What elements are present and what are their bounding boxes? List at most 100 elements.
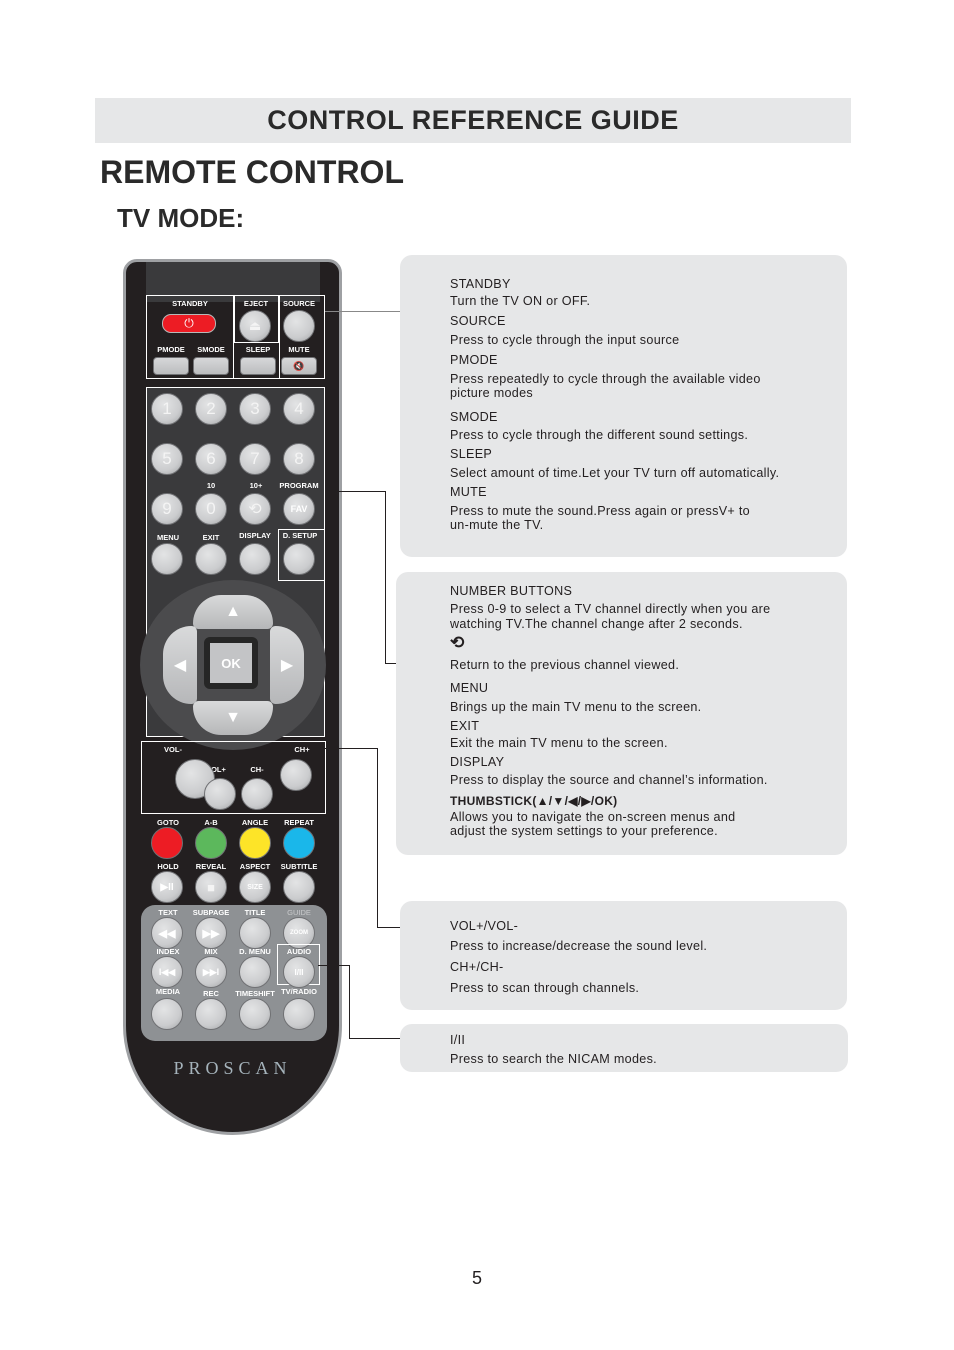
- info-text: Press repeatedly to cycle through the av…: [450, 372, 761, 386]
- info-heading-standby: STANDBY: [450, 277, 511, 291]
- ok-button[interactable]: OK: [204, 637, 258, 689]
- info-box-audio: I/II Press to search the NICAM modes.: [400, 1024, 848, 1072]
- info-text: Press to mute the sound.Press again or p…: [450, 504, 750, 518]
- info-heading-smode: SMODE: [450, 410, 498, 424]
- dpad-left-button[interactable]: ◀: [163, 626, 197, 704]
- number-label: 9: [162, 499, 172, 518]
- info-box-standby: STANDBY Turn the TV ON or OFF. SOURCE Pr…: [400, 255, 847, 557]
- dmenu-button[interactable]: [239, 956, 271, 988]
- audio-label: I/II: [294, 967, 304, 977]
- green-ab-button[interactable]: [195, 827, 227, 859]
- number-label: 7: [250, 449, 260, 468]
- blue-repeat-button[interactable]: [283, 827, 315, 859]
- number-label: 3: [250, 399, 260, 418]
- info-text: Exit the main TV menu to the screen.: [450, 736, 668, 750]
- yellow-angle-button[interactable]: [239, 827, 271, 859]
- label-sleep: SLEEP: [245, 345, 271, 354]
- banner-title: CONTROL REFERENCE GUIDE: [267, 105, 679, 135]
- number-button-2[interactable]: 2: [195, 393, 227, 425]
- tvradio-button[interactable]: [283, 998, 315, 1030]
- timeshift-button[interactable]: [239, 998, 271, 1030]
- reveal-button[interactable]: ■: [195, 871, 227, 903]
- connector-line-4a: [318, 965, 350, 1039]
- number-button-4[interactable]: 4: [283, 393, 315, 425]
- info-text: Turn the TV ON or OFF.: [450, 294, 591, 308]
- info-text: adjust the system settings to your prefe…: [450, 824, 718, 838]
- sleep-button[interactable]: [240, 357, 276, 375]
- info-heading-pmode: PMODE: [450, 353, 498, 367]
- label-exit: EXIT: [202, 533, 220, 542]
- recall-button[interactable]: ⟲: [239, 493, 271, 525]
- label-ch-minus: CH-: [250, 765, 264, 774]
- exit-button[interactable]: [195, 543, 227, 575]
- standby-button[interactable]: ⏻: [162, 314, 216, 333]
- number-button-7[interactable]: 7: [239, 443, 271, 475]
- info-heading-sleep: SLEEP: [450, 447, 493, 461]
- ch-minus-button[interactable]: [241, 778, 273, 810]
- info-text: Select amount of time.Let your TV turn o…: [450, 466, 780, 480]
- number-button-8[interactable]: 8: [283, 443, 315, 475]
- label-repeat: REPEAT: [284, 818, 314, 827]
- recall-icon: ⟲: [248, 501, 262, 518]
- info-heading-display: DISPLAY: [450, 755, 505, 769]
- number-button-5[interactable]: 5: [151, 443, 183, 475]
- label-menu: MENU: [156, 533, 180, 542]
- info-box-numbers: NUMBER BUTTONS Press 0-9 to select a TV …: [396, 572, 847, 855]
- number-button-3[interactable]: 3: [239, 393, 271, 425]
- eject-button[interactable]: ⏏: [239, 310, 271, 342]
- label-title: TITLE: [244, 908, 266, 917]
- hold-button[interactable]: ▶II: [151, 871, 183, 903]
- forward-icon: ▶▶: [202, 927, 220, 940]
- play-pause-icon: ▶II: [160, 881, 174, 893]
- title-button[interactable]: [239, 917, 271, 949]
- dsetup-button[interactable]: [283, 543, 315, 575]
- label-mix: MIX: [204, 947, 218, 956]
- next-button[interactable]: ▶▶I: [195, 956, 227, 988]
- mute-icon: 🔇: [293, 360, 305, 371]
- info-heading-menu: MENU: [450, 681, 489, 695]
- label-index: INDEX: [156, 947, 180, 956]
- source-button[interactable]: [283, 310, 315, 342]
- label-guide: GUIDE: [287, 908, 311, 917]
- number-label: 2: [206, 399, 216, 418]
- red-goto-button[interactable]: [151, 827, 183, 859]
- label-source: SOURCE: [282, 299, 316, 308]
- remote-control-illustration: STANDBY EJECT SOURCE ⏻ ⏏ PMODE SMODE SLE…: [123, 259, 342, 1135]
- mute-button[interactable]: 🔇: [281, 357, 317, 375]
- display-button[interactable]: [239, 543, 271, 575]
- media-button[interactable]: [151, 998, 183, 1030]
- number-button-0[interactable]: 0: [195, 493, 227, 525]
- number-button-6[interactable]: 6: [195, 443, 227, 475]
- vol-plus-button[interactable]: [204, 778, 236, 810]
- audio-button[interactable]: I/II: [283, 956, 315, 988]
- ch-plus-button[interactable]: [280, 759, 312, 791]
- aspect-button[interactable]: SIZE: [239, 871, 271, 903]
- arrow-left-icon: ◀: [173, 657, 187, 674]
- smode-button[interactable]: [193, 357, 229, 375]
- number-button-1[interactable]: 1: [151, 393, 183, 425]
- forward-button[interactable]: ▶▶: [195, 917, 227, 949]
- info-heading-thumbstick: THUMBSTICK(▲/▼/◀/▶/OK): [450, 794, 618, 808]
- eject-icon: ⏏: [248, 318, 262, 333]
- label-mute: MUTE: [288, 345, 310, 354]
- label-rec: REC: [203, 989, 219, 998]
- number-button-9[interactable]: 9: [151, 493, 183, 525]
- info-text: Brings up the main TV menu to the screen…: [450, 700, 702, 714]
- pmode-button[interactable]: [153, 357, 189, 375]
- info-heading-audio: I/II: [450, 1033, 466, 1047]
- rec-button[interactable]: [195, 998, 227, 1030]
- arrow-up-icon: ▲: [225, 603, 241, 620]
- info-text: Return to the previous channel viewed.: [450, 658, 680, 672]
- menu-button[interactable]: [151, 543, 183, 575]
- label-hold: HOLD: [157, 862, 179, 871]
- fav-button[interactable]: FAV: [283, 493, 315, 525]
- rewind-button[interactable]: ◀◀: [151, 917, 183, 949]
- connector-line-3b: [377, 927, 400, 928]
- dpad-up-button[interactable]: ▲: [193, 595, 273, 629]
- info-text: Press to increase/decrease the sound lev…: [450, 939, 708, 953]
- prev-button[interactable]: I◀◀: [151, 956, 183, 988]
- subtitle-button[interactable]: [283, 871, 315, 903]
- arrow-right-icon: ▶: [280, 657, 294, 674]
- number-label: 4: [294, 399, 304, 418]
- info-text: Press to cycle through the input source: [450, 333, 680, 347]
